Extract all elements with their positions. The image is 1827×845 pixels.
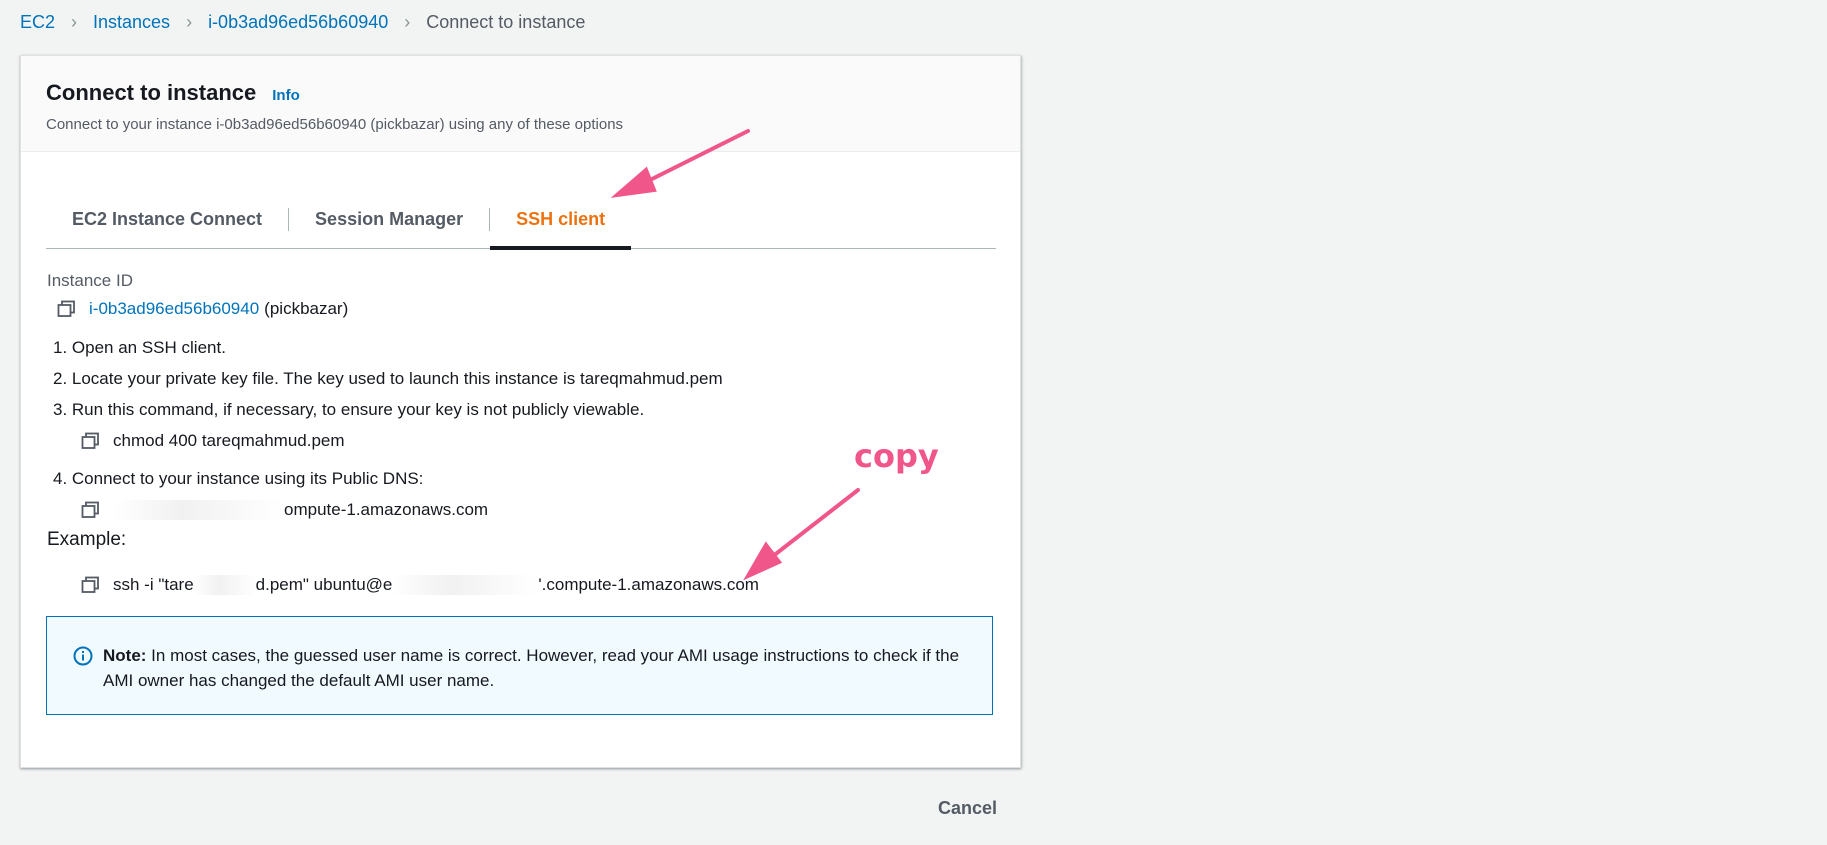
example-command-row: ssh -i "tare d.pem" ubuntu@e '.compute-1… <box>81 575 759 595</box>
breadcrumb-ec2[interactable]: EC2 <box>20 12 55 33</box>
copy-icon[interactable] <box>81 501 101 519</box>
redacted-text <box>392 575 539 595</box>
info-link[interactable]: Info <box>272 87 300 104</box>
info-circle-icon <box>73 646 93 666</box>
breadcrumb-instances[interactable]: Instances <box>93 12 170 33</box>
tab-ec2-instance-connect[interactable]: EC2 Instance Connect <box>46 191 288 248</box>
step-2: 2. Locate your private key file. The key… <box>53 369 723 388</box>
connect-panel: Connect to instance Info Connect to your… <box>20 55 1021 768</box>
cancel-button[interactable]: Cancel <box>938 798 997 819</box>
example-label: Example: <box>47 529 127 550</box>
chevron-right-icon: › <box>186 12 193 32</box>
page-title: Connect to instance <box>46 80 257 105</box>
copy-icon[interactable] <box>81 432 101 450</box>
chevron-right-icon: › <box>71 12 78 32</box>
tab-ssh-client[interactable]: SSH client <box>490 191 632 250</box>
example-command-part3: '.compute-1.amazonaws.com <box>538 575 759 594</box>
instance-id-link[interactable]: i-0b3ad96ed56b60940 <box>89 299 259 319</box>
public-dns: ompute-1.amazonaws.com <box>284 500 489 519</box>
copy-annotation-label: copy <box>854 437 939 475</box>
step-3: 3. Run this command, if necessary, to en… <box>53 400 645 419</box>
copy-icon[interactable] <box>57 300 77 318</box>
step-4: 4. Connect to your instance using its Pu… <box>53 469 424 488</box>
step-1: 1. Open an SSH client. <box>53 338 226 357</box>
instance-id-label: Instance ID <box>47 271 133 290</box>
redacted-text <box>113 500 284 520</box>
tab-session-manager[interactable]: Session Manager <box>289 191 489 248</box>
public-dns-row: ompute-1.amazonaws.com <box>81 500 488 520</box>
note-bold: Note: <box>103 646 147 665</box>
note-body: In most cases, the guessed user name is … <box>103 646 960 690</box>
copy-icon[interactable] <box>81 576 101 594</box>
instance-id-row: i-0b3ad96ed56b60940 (pickbazar) <box>57 299 348 319</box>
redacted-text <box>193 575 256 595</box>
breadcrumb: EC2 › Instances › i-0b3ad96ed56b60940 › … <box>20 12 585 33</box>
instance-name: (pickbazar) <box>264 299 349 318</box>
note-text: Note: In most cases, the guessed user na… <box>103 643 964 714</box>
example-command-part1: ssh -i "tare <box>113 575 194 594</box>
chmod-command-row: chmod 400 tareqmahmud.pem <box>81 431 345 451</box>
breadcrumb-current: Connect to instance <box>426 12 586 32</box>
panel-header: Connect to instance Info Connect to your… <box>21 56 1020 152</box>
tab-bar: EC2 Instance Connect Session Manager SSH… <box>46 191 996 250</box>
chevron-right-icon: › <box>404 12 411 32</box>
chmod-command: chmod 400 tareqmahmud.pem <box>113 431 345 450</box>
example-command-part2: d.pem" ubuntu@e <box>255 575 393 594</box>
page-subtitle: Connect to your instance i-0b3ad96ed56b6… <box>46 116 624 133</box>
breadcrumb-instance-id[interactable]: i-0b3ad96ed56b60940 <box>208 12 388 33</box>
note-alert: Note: In most cases, the guessed user na… <box>46 616 993 715</box>
